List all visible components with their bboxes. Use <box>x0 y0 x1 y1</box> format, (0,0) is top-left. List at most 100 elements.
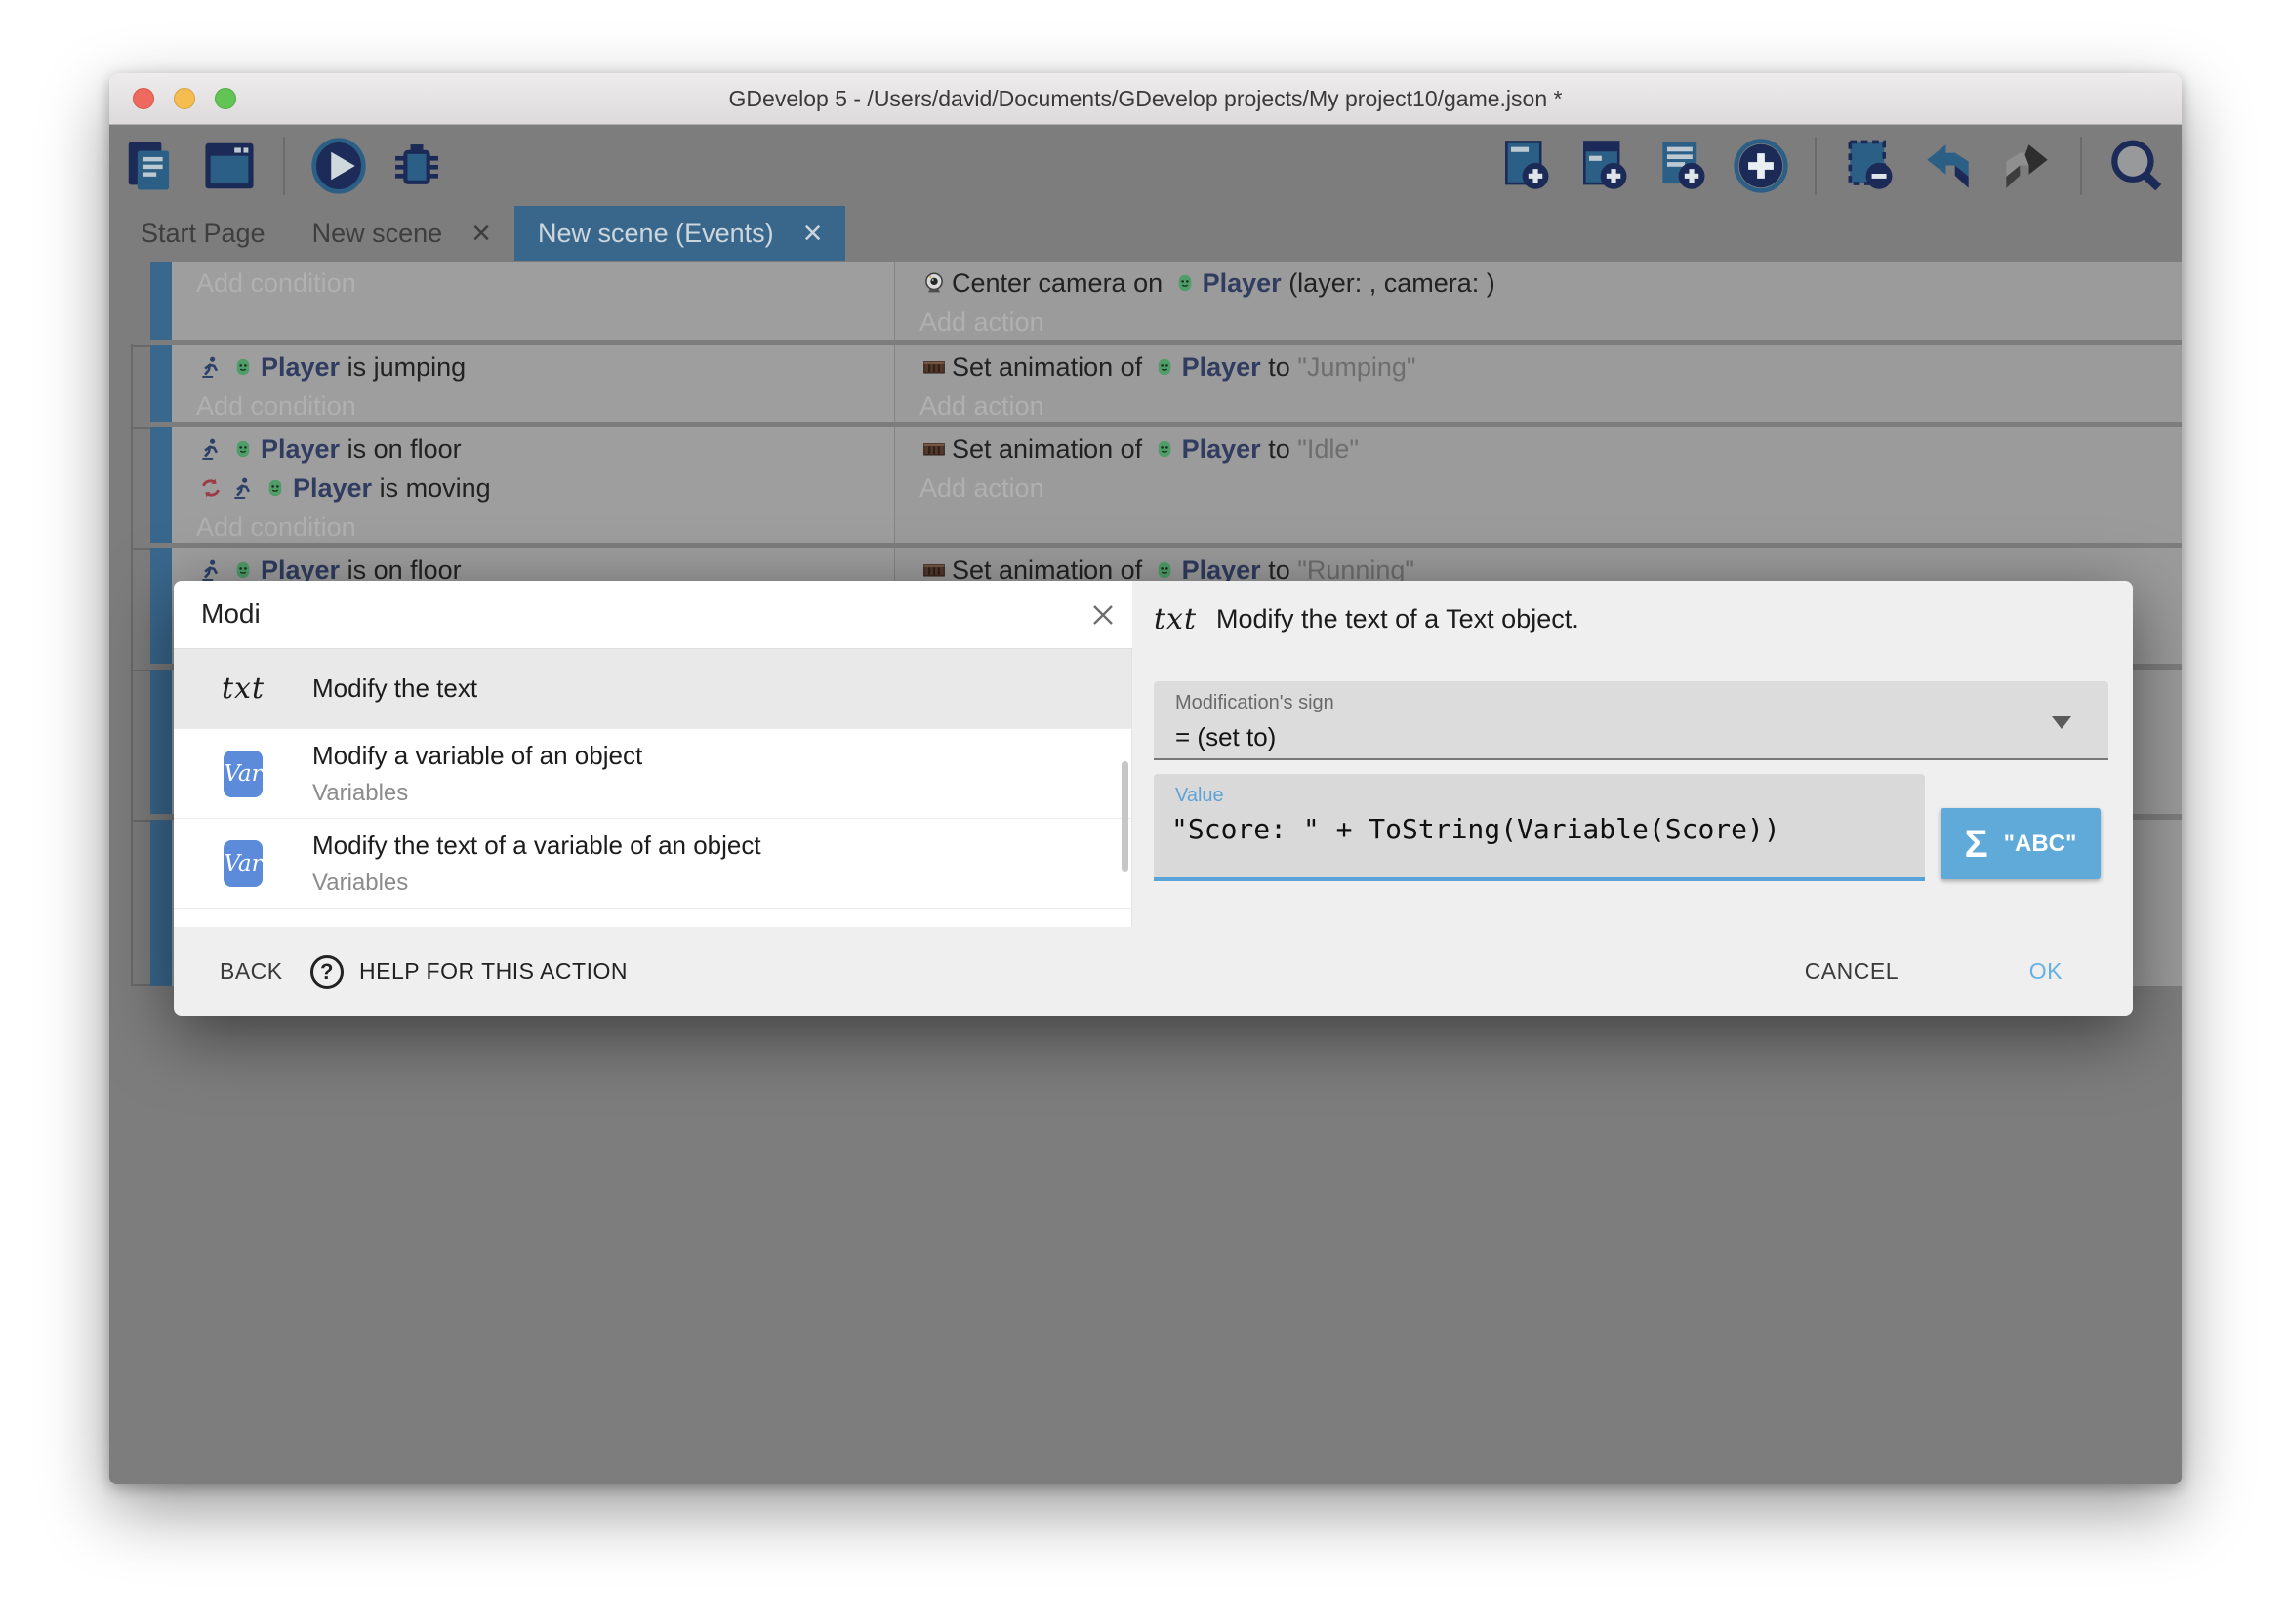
list-item-icon-box: Var <box>209 751 277 797</box>
player-icon <box>230 433 256 459</box>
minimize-window-button[interactable] <box>174 88 195 109</box>
variable-icon: Var <box>224 840 263 887</box>
toolbar-divider <box>283 137 285 195</box>
add-comment-icon[interactable] <box>1653 136 1713 196</box>
instruction-list: txtModify the text Var Modify a variable o… <box>174 649 1132 927</box>
ok-button[interactable]: OK <box>2029 927 2063 1016</box>
add-condition-button[interactable]: Add condition <box>172 508 894 543</box>
actions-cell: Set animation of Player to "Idle"Add act… <box>895 427 2182 543</box>
add-condition-button[interactable]: Add condition <box>172 386 894 422</box>
add-subevent-icon[interactable] <box>1574 136 1635 196</box>
project-manager-icon[interactable] <box>121 136 182 196</box>
event-highlight-bar[interactable] <box>150 820 172 986</box>
value-field[interactable]: Value <box>1154 774 1925 881</box>
actions-cell: Set animation of Player to "Jumping"Add … <box>895 345 2182 422</box>
animation-icon <box>921 351 947 377</box>
close-search-icon[interactable] <box>1087 599 1119 630</box>
tab-start-page[interactable]: Start Page <box>117 206 289 261</box>
list-scrollbar[interactable] <box>1122 761 1128 872</box>
event-highlight-bar[interactable] <box>150 262 172 340</box>
player-icon <box>1152 351 1177 377</box>
action-item[interactable]: Set animation of Player to "Jumping" <box>895 347 2182 386</box>
dropdown-arrow-icon <box>2052 716 2071 729</box>
debug-icon[interactable] <box>387 136 447 196</box>
gdevelop-window: GDevelop 5 - /Users/david/Documents/GDev… <box>109 73 2182 1484</box>
animation-icon <box>921 554 947 580</box>
add-new-icon[interactable] <box>1731 136 1791 196</box>
text-object-icon: txt <box>1154 602 1197 636</box>
conditions-cell: Player is jumpingAdd condition <box>172 345 895 422</box>
event-row: Player is jumpingAdd conditionSet animat… <box>150 345 2182 422</box>
redo-icon[interactable] <box>1996 136 2057 196</box>
event-tree-stub <box>131 548 150 550</box>
toolbar-right <box>1496 133 2166 199</box>
condition-item[interactable]: Player is jumping <box>172 347 894 386</box>
add-condition-button[interactable]: Add condition <box>172 264 894 303</box>
search-icon[interactable] <box>2105 136 2166 196</box>
toolbar-divider <box>2080 137 2082 195</box>
event-highlight-bar[interactable] <box>150 345 172 422</box>
conditions-cell: Player is on floorPlayer is movingAdd co… <box>172 427 895 543</box>
condition-item[interactable]: Player is moving <box>172 468 894 508</box>
player-icon <box>263 472 288 498</box>
instruction-text: to <box>1261 434 1298 464</box>
tab-new-scene-events-[interactable]: New scene (Events)× <box>514 206 845 261</box>
titlebar: GDevelop 5 - /Users/david/Documents/GDev… <box>109 73 2182 125</box>
condition-item[interactable]: Player is on floor <box>172 429 894 468</box>
event-tree-stub <box>131 984 150 986</box>
event-highlight-bar[interactable] <box>150 548 172 664</box>
tab-close-icon[interactable]: × <box>803 217 823 250</box>
event-row: Add conditionCenter camera on Player (la… <box>150 262 2182 340</box>
conditions-cell: Add condition <box>172 262 895 340</box>
instruction-list-item[interactable]: VarModify a variable of an objectVariabl… <box>174 729 1131 819</box>
jump-icon <box>198 433 224 459</box>
instruction-text: Set animation of <box>952 434 1150 464</box>
invert-icon <box>198 472 224 498</box>
instruction-text: Center camera on <box>952 268 1170 298</box>
jump-icon <box>198 351 224 377</box>
event-row: Player is on floorPlayer is movingAdd co… <box>150 427 2182 543</box>
preview-icon[interactable] <box>308 136 369 196</box>
close-window-button[interactable] <box>133 88 154 109</box>
zoom-window-button[interactable] <box>215 88 236 109</box>
modification-sign-select[interactable]: Modification's sign = (set to) <box>1154 681 2108 760</box>
expression-builder-button[interactable]: Σ "ABC" <box>1941 808 2101 879</box>
instruction-text: Player <box>261 434 340 464</box>
value-input[interactable] <box>1171 813 1903 845</box>
instruction-text: Player <box>1203 268 1282 298</box>
abc-label: "ABC" <box>2004 831 2077 858</box>
sign-label: Modification's sign <box>1175 692 1334 714</box>
camera-icon <box>921 267 947 293</box>
tab-new-scene[interactable]: New scene × <box>289 206 514 261</box>
search-input[interactable] <box>174 581 1060 647</box>
tab-bar: Start PageNew scene×New scene (Events)× <box>109 206 2182 261</box>
delete-event-icon[interactable] <box>1840 136 1900 196</box>
editor-header: txt Modify the text of a Text object. <box>1154 602 1579 636</box>
instruction-editor-dialog: txtModify the text Var Modify a variable o… <box>174 581 2133 1016</box>
action-item[interactable]: Center camera on Player (layer: , camera… <box>895 264 2182 303</box>
list-item-title: Modify a variable of an object <box>312 741 642 771</box>
event-tree-stub <box>131 427 150 429</box>
back-button[interactable]: BACK <box>220 927 283 1016</box>
add-action-button[interactable]: Add action <box>895 303 2182 340</box>
event-highlight-bar[interactable] <box>150 427 172 543</box>
add-event-icon[interactable] <box>1496 136 1557 196</box>
add-action-button[interactable]: Add action <box>895 468 2182 508</box>
tab-label: New scene <box>312 219 443 249</box>
instruction-list-item[interactable]: VarModify the text of a variable of an o… <box>174 819 1131 909</box>
instruction-text: "Idle" <box>1297 434 1359 464</box>
scene-editor-icon[interactable] <box>199 136 260 196</box>
help-button[interactable]: ? HELP FOR THIS ACTION <box>310 927 628 1016</box>
action-item[interactable]: Set animation of Player to "Idle" <box>895 429 2182 468</box>
instruction-list-item[interactable]: txtModify the text <box>174 649 1131 729</box>
list-item-icon-box: txt <box>209 671 277 706</box>
tab-close-icon[interactable]: × <box>471 217 491 250</box>
undo-icon[interactable] <box>1918 136 1979 196</box>
cancel-button[interactable]: CANCEL <box>1805 927 1899 1016</box>
jump-icon <box>198 554 224 580</box>
add-action-button[interactable]: Add action <box>895 386 2182 422</box>
event-highlight-bar[interactable] <box>150 670 172 814</box>
instruction-text: is on floor <box>340 434 462 464</box>
search-bar <box>174 581 1132 649</box>
instruction-text: is jumping <box>340 352 466 382</box>
